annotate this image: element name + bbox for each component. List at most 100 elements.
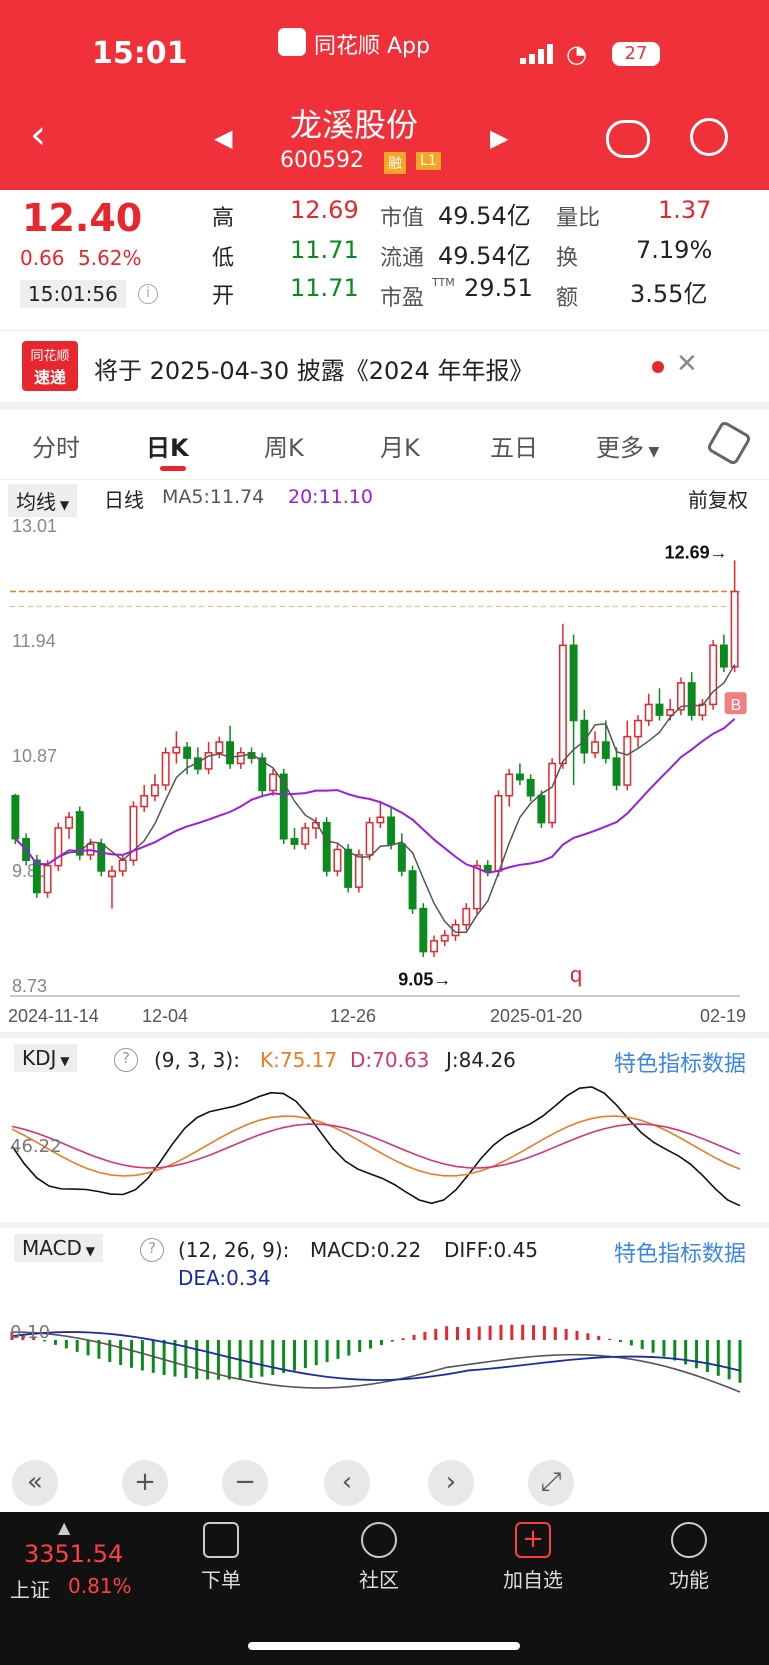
prev-stock-icon[interactable]: ◀ — [214, 124, 232, 152]
add-icon: + — [515, 1522, 551, 1558]
vol-ratio-value: 1.37 — [658, 196, 712, 224]
candle-body — [32, 859, 41, 894]
candle-body — [569, 644, 578, 722]
candle-body — [430, 940, 439, 953]
nav-order[interactable]: 下单 — [166, 1522, 276, 1593]
zoom-in-button[interactable]: + — [122, 1460, 168, 1506]
stock-name: 龙溪股份 — [290, 106, 419, 144]
search-icon[interactable] — [690, 118, 728, 156]
buy-marker: B — [731, 697, 742, 714]
status-time: 15:01 — [92, 36, 188, 71]
candle-body — [387, 816, 396, 845]
kdj-y-tick: 46.22 — [10, 1136, 62, 1157]
nav-community[interactable]: 社区 — [324, 1522, 434, 1593]
back-icon[interactable]: ‹ — [30, 112, 46, 158]
macd-diff: DIFF:0.45 — [444, 1238, 539, 1262]
index-name: 上证 — [10, 1578, 50, 1602]
high-annotation: 12.69→ — [665, 542, 728, 562]
fullscreen-button[interactable]: ⤢ — [528, 1460, 574, 1506]
kdj-d: D:70.63 — [350, 1048, 430, 1072]
period-label: 日线 — [104, 488, 144, 512]
vol-ratio-label: 量比 — [556, 206, 601, 231]
kdj-k: K:75.17 — [260, 1048, 338, 1072]
tab-more[interactable]: 更多 ▼ — [596, 428, 659, 463]
announcement-bar[interactable]: 同花顺 速递 将于 2025-04-30 披露《2024 年年报》 ✕ — [0, 330, 769, 402]
candle-body — [140, 795, 149, 808]
close-icon[interactable]: ✕ — [676, 349, 698, 379]
candle-body — [719, 644, 728, 668]
nav-add-watchlist[interactable]: + 加自选 — [478, 1522, 588, 1593]
tab-weekly-k[interactable]: 周K — [264, 428, 304, 463]
ma20-value: 20:11.10 — [288, 486, 373, 508]
kdj-help-icon[interactable]: ? — [114, 1048, 138, 1072]
chevron-down-icon: ▼ — [56, 498, 70, 512]
chevron-down-icon: ▼ — [81, 1244, 95, 1258]
macd-value: MACD:0.22 — [310, 1238, 422, 1262]
scroll-left-button[interactable]: ‹ — [324, 1460, 370, 1506]
tab-monthly-k[interactable]: 月K — [380, 428, 420, 463]
kline-chart[interactable]: 13.0111.9410.879.808.7312.69→9.05→Bq2024… — [0, 516, 769, 1076]
nav-functions[interactable]: 功能 — [634, 1522, 744, 1593]
active-tab-indicator — [160, 466, 186, 471]
candle-body — [97, 843, 106, 872]
macd-params: (12, 26, 9): — [178, 1238, 290, 1262]
macd-feature-link[interactable]: 特色指标数据 — [614, 1236, 746, 1268]
next-stock-icon[interactable]: ▶ — [490, 124, 508, 152]
candle-body — [483, 864, 492, 872]
candle-body — [161, 752, 170, 786]
bottom-nav: ▲ 3351.54 上证 0.81% 下单 社区 + 加自选 功能 — [0, 1512, 769, 1665]
info-icon[interactable]: i — [138, 284, 158, 304]
candle-body — [623, 735, 632, 786]
q-marker: q — [570, 962, 582, 987]
open-value: 11.71 — [290, 274, 359, 302]
chevron-down-icon: ▼ — [56, 1054, 70, 1068]
macd-selector[interactable]: MACD ▼ — [14, 1234, 103, 1262]
x-tick-label: 12-04 — [142, 1006, 188, 1026]
wifi-icon: ◔ — [566, 40, 587, 68]
candle-body — [172, 746, 181, 754]
low-annotation: 9.05→ — [398, 970, 451, 990]
candle-body — [344, 848, 353, 888]
turnover-label: 换 — [556, 246, 579, 271]
candle-body — [75, 811, 84, 856]
y-tick-label: 8.73 — [12, 976, 47, 996]
candle-body — [322, 821, 331, 872]
kdj-selector[interactable]: KDJ ▼ — [14, 1044, 78, 1072]
kdj-chart[interactable] — [0, 1078, 769, 1214]
y-tick-label: 13.01 — [12, 516, 57, 536]
community-icon — [361, 1522, 397, 1558]
chevron-down-icon: ▼ — [644, 444, 660, 460]
candle-body — [440, 934, 449, 942]
home-indicator — [248, 1642, 520, 1650]
app-name[interactable]: 同花顺 App — [314, 28, 430, 60]
tab-daily-k[interactable]: 日K — [146, 428, 189, 463]
index-value[interactable]: 3351.54 — [24, 1540, 123, 1568]
zoom-out-range-button[interactable]: « — [12, 1460, 58, 1506]
separator — [0, 402, 769, 410]
tab-five-day[interactable]: 五日 — [490, 428, 538, 463]
candle-body — [236, 752, 245, 765]
announcement-text[interactable]: 将于 2025-04-30 披露《2024 年年报》 — [94, 351, 533, 386]
kdj-feature-link[interactable]: 特色指标数据 — [614, 1046, 746, 1078]
candle-body — [548, 762, 557, 824]
expand-up-icon[interactable]: ▲ — [58, 1518, 70, 1537]
scroll-right-button[interactable]: › — [428, 1460, 474, 1506]
tab-intraday[interactable]: 分时 — [32, 428, 80, 463]
candle-body — [494, 795, 503, 872]
robot-icon[interactable] — [606, 120, 650, 158]
candle-body — [591, 741, 600, 754]
price-change: 0.66 — [20, 246, 65, 270]
current-price: 12.40 — [22, 196, 143, 240]
candle-body — [408, 870, 417, 910]
low-label: 低 — [212, 246, 235, 271]
adjust-label[interactable]: 前复权 — [688, 484, 748, 513]
zoom-out-button[interactable]: − — [222, 1460, 268, 1506]
pe-ttm: TTM — [432, 276, 455, 289]
settings-icon[interactable] — [705, 419, 753, 467]
pe-label: 市盈 — [380, 286, 425, 311]
macd-help-icon[interactable]: ? — [140, 1238, 164, 1262]
order-icon — [203, 1522, 239, 1558]
macd-chart[interactable] — [0, 1292, 769, 1432]
candle-body — [526, 778, 535, 797]
ma-selector[interactable]: 均线 ▼ — [8, 484, 78, 517]
